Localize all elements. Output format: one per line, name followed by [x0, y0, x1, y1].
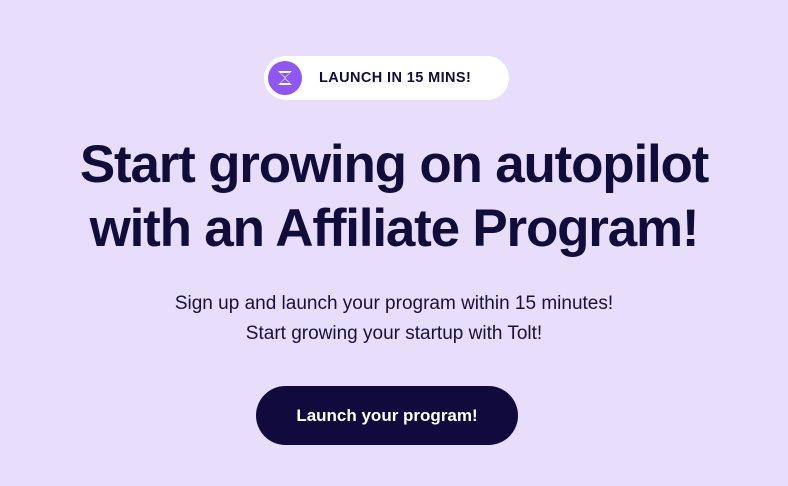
subtext-line-2: Start growing your startup with Tolt!	[245, 323, 543, 344]
page-headline: Start growing on autopilot with an Affil…	[0, 133, 788, 261]
hero-section: LAUNCH IN 15 MINS! Start growing on auto…	[0, 0, 788, 486]
launch-badge: LAUNCH IN 15 MINS!	[264, 56, 509, 100]
badge-label: LAUNCH IN 15 MINS!	[319, 70, 472, 86]
page-subtext: Sign up and launch your program within 1…	[0, 289, 788, 349]
tolt-logo-icon	[268, 61, 302, 95]
tolt-logo-svg	[278, 71, 292, 85]
subtext-line-1: Sign up and launch your program within 1…	[174, 293, 614, 314]
headline-line-2: with an Affiliate Program!	[89, 199, 700, 258]
launch-program-button[interactable]: Launch your program!	[256, 386, 518, 445]
headline-line-1: Start growing on autopilot	[79, 135, 709, 194]
